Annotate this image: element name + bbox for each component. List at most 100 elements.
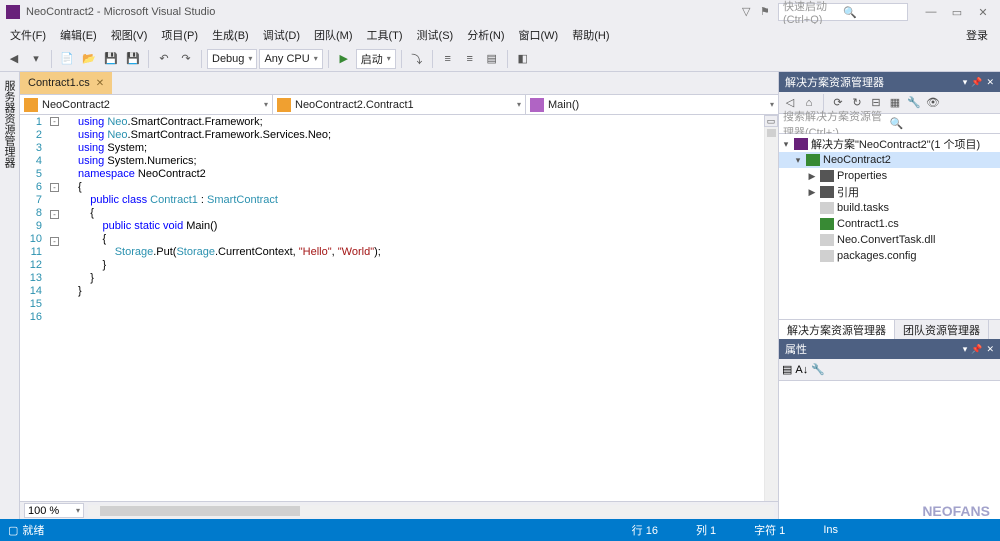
- tree-node[interactable]: Contract1.cs: [779, 216, 1000, 232]
- pane-close-icon[interactable]: ✕: [986, 77, 994, 88]
- member-dropdown[interactable]: Main(): [526, 95, 778, 114]
- horizontal-scrollbar[interactable]: [88, 505, 774, 517]
- status-col: 列 1: [692, 522, 720, 538]
- node-icon: [820, 218, 834, 230]
- flag-icon[interactable]: ⚑: [760, 5, 774, 19]
- fold-column[interactable]: ----: [48, 115, 62, 501]
- node-icon: [820, 186, 834, 198]
- categorized-icon[interactable]: ▤: [782, 363, 792, 376]
- node-label: build.tasks: [837, 202, 889, 214]
- tree-node[interactable]: ▶引用: [779, 184, 1000, 200]
- nav-back-button[interactable]: ◀: [4, 49, 24, 69]
- save-button[interactable]: 💾: [101, 49, 121, 69]
- start-button[interactable]: ▶: [334, 49, 354, 69]
- status-char: 字符 1: [750, 522, 789, 538]
- menu-item[interactable]: 分析(N): [461, 25, 510, 45]
- pane-menu-icon[interactable]: ▾: [963, 77, 968, 88]
- code-body[interactable]: using Neo.SmartContract.Framework;using …: [78, 115, 764, 501]
- expand-icon[interactable]: ▾: [781, 139, 791, 150]
- pane-pin-icon[interactable]: 📌: [971, 344, 982, 355]
- pane-close-icon[interactable]: ✕: [986, 344, 994, 355]
- indent-button[interactable]: ≡: [438, 49, 458, 69]
- status-ready: 就绪: [22, 522, 44, 538]
- class-dropdown[interactable]: NeoContract2.Contract1: [273, 95, 526, 114]
- redo-button[interactable]: ↷: [176, 49, 196, 69]
- expand-icon[interactable]: ▶: [807, 187, 817, 198]
- new-project-button[interactable]: 📄: [57, 49, 77, 69]
- tab-close-icon[interactable]: ✕: [96, 78, 104, 89]
- server-explorer-tab[interactable]: 服务器资源管理器: [0, 76, 19, 515]
- menu-item[interactable]: 团队(M): [308, 25, 359, 45]
- alpha-icon[interactable]: A↓: [795, 364, 808, 376]
- menu-item[interactable]: 文件(F): [4, 25, 52, 45]
- menu-item[interactable]: 工具(T): [361, 25, 409, 45]
- menu-item[interactable]: 编辑(E): [54, 25, 103, 45]
- menu-item[interactable]: 调试(D): [257, 25, 306, 45]
- notifications-icon[interactable]: ▽: [742, 5, 756, 19]
- tree-node[interactable]: packages.config: [779, 248, 1000, 264]
- node-label: NeoContract2: [823, 154, 891, 166]
- menu-item[interactable]: 生成(B): [206, 25, 255, 45]
- minimize-button[interactable]: —: [920, 3, 942, 21]
- sign-in-link[interactable]: 登录: [966, 27, 996, 43]
- start-dropdown[interactable]: 启动: [356, 49, 396, 69]
- zoom-dropdown[interactable]: 100 %: [24, 503, 84, 518]
- solution-tree[interactable]: ▾ 解决方案"NeoContract2"(1 个项目) ▾ NeoContract2 ▶…: [779, 134, 1000, 319]
- quick-launch-input[interactable]: 快速启动 (Ctrl+Q) 🔍: [778, 3, 908, 21]
- title-bar: NeoContract2 - Microsoft Visual Studio ▽…: [0, 0, 1000, 24]
- nav-fwd-button[interactable]: ▾: [26, 49, 46, 69]
- tree-node[interactable]: ▾ NeoContract2: [779, 152, 1000, 168]
- file-tab[interactable]: Contract1.cs ✕: [20, 72, 112, 94]
- tree-node[interactable]: ▶Properties: [779, 168, 1000, 184]
- quick-launch-placeholder: 快速启动 (Ctrl+Q): [783, 0, 843, 26]
- scope-dropdown[interactable]: NeoContract2: [20, 95, 273, 114]
- status-ins: Ins: [819, 524, 842, 536]
- solution-search-input[interactable]: 搜索解决方案资源管理器(Ctrl+;) 🔍: [779, 114, 1000, 134]
- status-ready-icon: ▢: [8, 524, 18, 537]
- status-bar: ▢ 就绪 行 16 列 1 字符 1 Ins: [0, 519, 1000, 541]
- properties-toolbar: ▤ A↓ 🔧: [779, 359, 1000, 381]
- menu-item[interactable]: 测试(S): [411, 25, 460, 45]
- status-line: 行 16: [628, 522, 662, 538]
- close-button[interactable]: ✕: [972, 3, 994, 21]
- undo-button[interactable]: ↶: [154, 49, 174, 69]
- menu-item[interactable]: 帮助(H): [566, 25, 615, 45]
- open-button[interactable]: 📂: [79, 49, 99, 69]
- config-dropdown[interactable]: Debug: [207, 49, 257, 69]
- menu-item[interactable]: 窗口(W): [513, 25, 565, 45]
- tree-node[interactable]: build.tasks: [779, 200, 1000, 216]
- class-icon: [277, 98, 291, 112]
- expand-icon[interactable]: ▶: [807, 171, 817, 182]
- code-editor[interactable]: 12345678910111213141516 ---- using Neo.S…: [20, 115, 778, 501]
- window-title: NeoContract2 - Microsoft Visual Studio: [26, 6, 215, 18]
- menu-item[interactable]: 视图(V): [105, 25, 154, 45]
- props-icon[interactable]: 🔧: [811, 363, 825, 376]
- properties-title: 属性 ▾ 📌 ✕: [779, 339, 1000, 359]
- properties-icon[interactable]: 🔧: [906, 95, 922, 111]
- pane-menu-icon[interactable]: ▾: [963, 344, 968, 355]
- project-icon: [24, 98, 38, 112]
- maximize-button[interactable]: ▭: [946, 3, 968, 21]
- scroll-thumb[interactable]: [767, 129, 776, 137]
- menu-item[interactable]: 项目(P): [155, 25, 204, 45]
- platform-dropdown[interactable]: Any CPU: [259, 49, 322, 69]
- outdent-button[interactable]: ≡: [460, 49, 480, 69]
- pane-pin-icon[interactable]: 📌: [971, 77, 982, 88]
- method-icon: [530, 98, 544, 112]
- step-button[interactable]: ⤵: [407, 49, 427, 69]
- line-numbers: 12345678910111213141516: [20, 115, 48, 501]
- tree-node[interactable]: Neo.ConvertTask.dll: [779, 232, 1000, 248]
- expand-icon[interactable]: ▾: [793, 155, 803, 166]
- save-all-button[interactable]: 💾: [123, 49, 143, 69]
- comment-button[interactable]: ▤: [482, 49, 502, 69]
- team-explorer-tab[interactable]: 团队资源管理器: [895, 320, 989, 339]
- node-label: 解决方案"NeoContract2"(1 个项目): [811, 136, 980, 152]
- node-icon: [820, 170, 834, 182]
- preview-icon[interactable]: 👁: [925, 95, 941, 111]
- vertical-scrollbar[interactable]: ▭: [764, 115, 778, 501]
- hscroll-thumb[interactable]: [100, 506, 300, 516]
- bookmark-button[interactable]: ◧: [513, 49, 533, 69]
- solution-explorer-tab[interactable]: 解决方案资源管理器: [779, 320, 895, 339]
- tree-node[interactable]: ▾ 解决方案"NeoContract2"(1 个项目): [779, 136, 1000, 152]
- split-icon[interactable]: ▭: [764, 115, 778, 127]
